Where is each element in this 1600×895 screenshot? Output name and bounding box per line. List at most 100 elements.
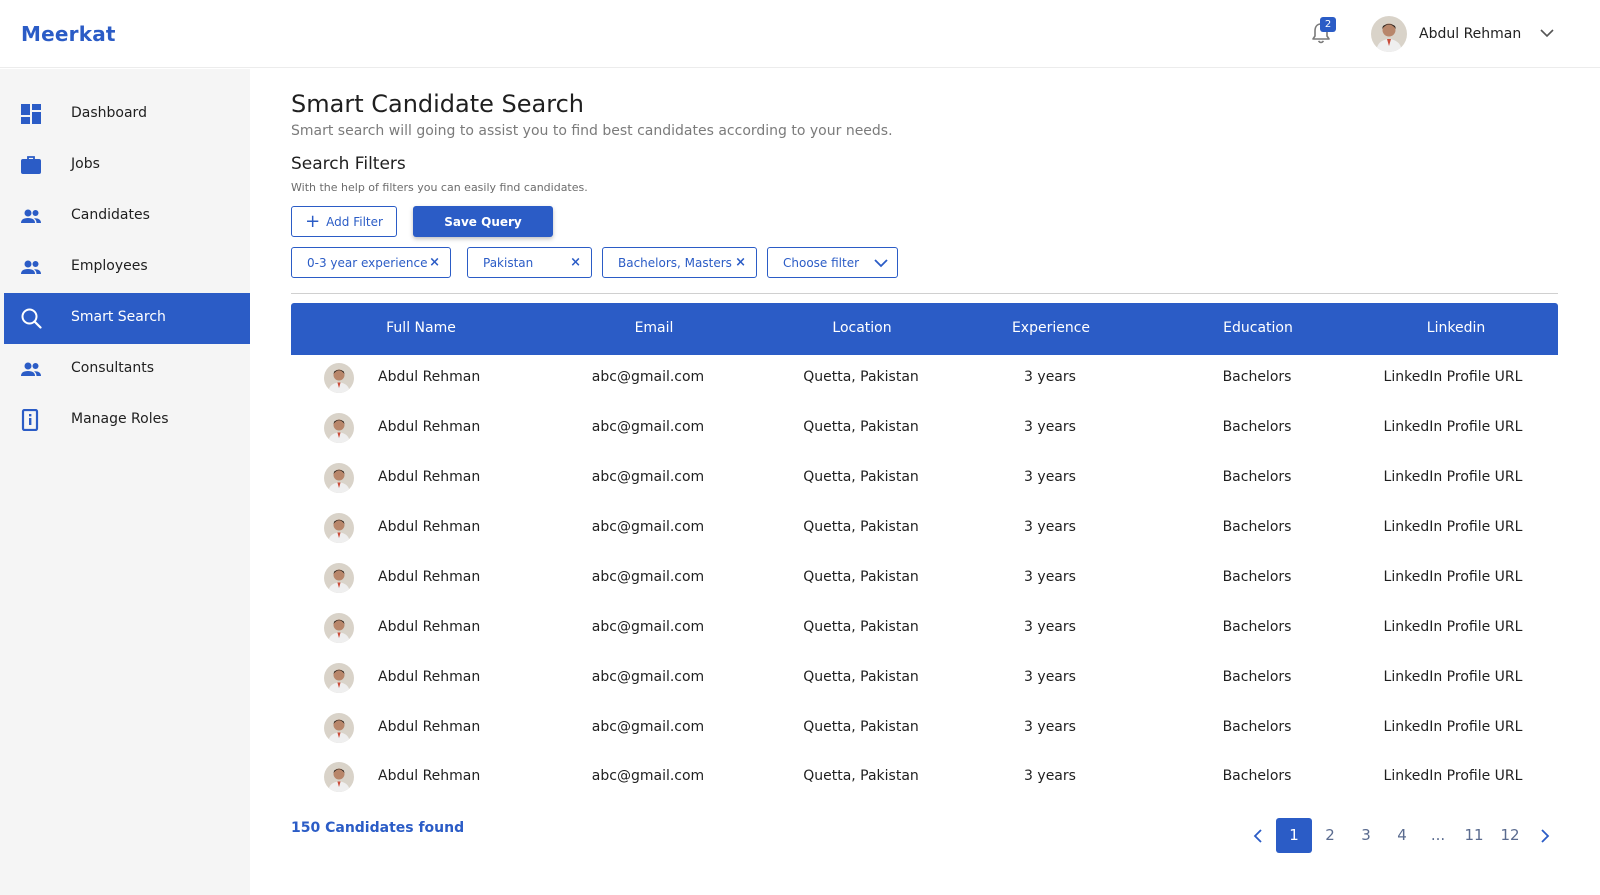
cell-linkedin[interactable]: LinkedIn Profile URL xyxy=(1384,419,1523,435)
close-icon[interactable]: × xyxy=(570,255,581,270)
filter-chip-education[interactable]: Bachelors, Masters × xyxy=(602,247,757,278)
cell-location: Quetta, Pakistan xyxy=(803,369,919,385)
sidebar-item-dashboard[interactable]: Dashboard xyxy=(4,89,250,140)
cell-linkedin[interactable]: LinkedIn Profile URL xyxy=(1384,519,1523,535)
close-icon[interactable]: × xyxy=(735,255,746,270)
cell-linkedin[interactable]: LinkedIn Profile URL xyxy=(1384,669,1523,685)
page-button-2[interactable]: 2 xyxy=(1312,818,1348,853)
cell-education: Bachelors xyxy=(1222,569,1292,585)
cell-linkedin[interactable]: LinkedIn Profile URL xyxy=(1384,469,1523,485)
page-button-4[interactable]: 4 xyxy=(1384,818,1420,853)
column-header-education[interactable]: Education xyxy=(1223,320,1293,336)
sidebar-item-label: Dashboard xyxy=(71,105,147,121)
cell-education: Bachelors xyxy=(1222,419,1292,435)
cell-full-name: Abdul Rehman xyxy=(378,369,481,385)
filter-chip-label: Bachelors, Masters xyxy=(618,256,732,270)
search-icon xyxy=(21,308,42,329)
sidebar-item-smart-search[interactable]: Smart Search xyxy=(4,293,250,344)
sidebar-item-label: Jobs xyxy=(71,156,100,172)
cell-email[interactable]: abc@gmail.com xyxy=(592,369,704,385)
brand-logo[interactable]: Meerkat xyxy=(21,22,116,46)
cell-location: Quetta, Pakistan xyxy=(803,519,919,535)
table-row[interactable]: Abdul Rehman abc@gmail.com Quetta, Pakista… xyxy=(291,603,1558,653)
cell-experience: 3 years xyxy=(1024,768,1076,784)
page-subtitle: Smart search will going to assist you to… xyxy=(291,123,893,139)
table-row[interactable]: Abdul Rehman abc@gmail.com Quetta, Pakista… xyxy=(291,653,1558,703)
choose-filter-dropdown[interactable]: Choose filter xyxy=(767,247,898,278)
page-button-1[interactable]: 1 xyxy=(1276,818,1312,853)
save-query-button[interactable]: Save Query xyxy=(413,206,553,237)
table-row[interactable]: Abdul Rehman abc@gmail.com Quetta, Pakista… xyxy=(291,703,1558,753)
chevron-down-icon[interactable] xyxy=(1539,27,1555,39)
notification-badge: 2 xyxy=(1320,17,1336,32)
cell-email[interactable]: abc@gmail.com xyxy=(592,569,704,585)
sidebar-item-manage-roles[interactable]: Manage Roles xyxy=(4,395,250,446)
cell-full-name: Abdul Rehman xyxy=(378,569,481,585)
sidebar-item-label: Candidates xyxy=(71,207,150,223)
candidates-found-count: 150 Candidates found xyxy=(291,820,465,836)
sidebar-item-label: Smart Search xyxy=(71,309,166,325)
cell-email[interactable]: abc@gmail.com xyxy=(592,768,704,784)
sidebar-item-jobs[interactable]: Jobs xyxy=(4,140,250,191)
plus-icon: + xyxy=(305,210,321,232)
sidebar-item-label: Employees xyxy=(71,258,148,274)
cell-experience: 3 years xyxy=(1024,669,1076,685)
sidebar-item-consultants[interactable]: Consultants xyxy=(4,344,250,395)
chevron-left-icon[interactable] xyxy=(1251,828,1265,844)
filter-chip-location[interactable]: Pakistan × xyxy=(467,247,592,278)
table-row[interactable]: Abdul Rehman abc@gmail.com Quetta, Pakista… xyxy=(291,553,1558,603)
candidate-avatar xyxy=(324,363,354,393)
cell-full-name: Abdul Rehman xyxy=(378,719,481,735)
cell-email[interactable]: abc@gmail.com xyxy=(592,619,704,635)
page-button-12[interactable]: 12 xyxy=(1492,818,1528,853)
candidate-avatar xyxy=(324,413,354,443)
cell-full-name: Abdul Rehman xyxy=(378,519,481,535)
cell-email[interactable]: abc@gmail.com xyxy=(592,719,704,735)
cell-education: Bachelors xyxy=(1222,369,1292,385)
sidebar-item-candidates[interactable]: Candidates xyxy=(4,191,250,242)
page-button-11[interactable]: 11 xyxy=(1456,818,1492,853)
column-header-email[interactable]: Email xyxy=(635,320,674,336)
candidate-avatar xyxy=(324,762,354,792)
column-header-location[interactable]: Location xyxy=(832,320,891,336)
cell-linkedin[interactable]: LinkedIn Profile URL xyxy=(1384,569,1523,585)
cell-experience: 3 years xyxy=(1024,619,1076,635)
table-row[interactable]: Abdul Rehman abc@gmail.com Quetta, Pakista… xyxy=(291,353,1558,403)
dashboard-icon xyxy=(21,104,41,124)
user-name[interactable]: Abdul Rehman xyxy=(1419,26,1521,42)
sidebar-item-employees[interactable]: Employees xyxy=(4,242,250,293)
table-row[interactable]: Abdul Rehman abc@gmail.com Quetta, Pakista… xyxy=(291,403,1558,453)
cell-linkedin[interactable]: LinkedIn Profile URL xyxy=(1384,619,1523,635)
filter-chip-label: Pakistan xyxy=(483,256,534,270)
close-icon[interactable]: × xyxy=(429,255,440,270)
cell-email[interactable]: abc@gmail.com xyxy=(592,669,704,685)
column-header-experience[interactable]: Experience xyxy=(1012,320,1090,336)
cell-linkedin[interactable]: LinkedIn Profile URL xyxy=(1384,768,1523,784)
column-header-linkedin[interactable]: Linkedin xyxy=(1427,320,1485,336)
filter-chip-experience[interactable]: 0-3 year experience × xyxy=(291,247,451,278)
choose-filter-label: Choose filter xyxy=(783,256,860,270)
user-avatar[interactable] xyxy=(1371,16,1407,52)
add-filter-button[interactable]: + Add Filter xyxy=(291,206,397,237)
candidate-avatar xyxy=(324,663,354,693)
cell-linkedin[interactable]: LinkedIn Profile URL xyxy=(1384,369,1523,385)
cell-experience: 3 years xyxy=(1024,569,1076,585)
cell-email[interactable]: abc@gmail.com xyxy=(592,469,704,485)
table-row[interactable]: Abdul Rehman abc@gmail.com Quetta, Pakista… xyxy=(291,752,1558,802)
cell-location: Quetta, Pakistan xyxy=(803,569,919,585)
sidebar: Dashboard Jobs Candidates Employees Smar… xyxy=(0,69,250,895)
table-row[interactable]: Abdul Rehman abc@gmail.com Quetta, Pakista… xyxy=(291,503,1558,553)
table-header: Full Name Email Location Experience Educ… xyxy=(291,303,1558,355)
cell-email[interactable]: abc@gmail.com xyxy=(592,419,704,435)
cell-full-name: Abdul Rehman xyxy=(378,419,481,435)
page-button-3[interactable]: 3 xyxy=(1348,818,1384,853)
cell-location: Quetta, Pakistan xyxy=(803,469,919,485)
chevron-right-icon[interactable] xyxy=(1538,828,1552,844)
cell-education: Bachelors xyxy=(1222,619,1292,635)
cell-email[interactable]: abc@gmail.com xyxy=(592,519,704,535)
candidate-avatar xyxy=(324,613,354,643)
cell-linkedin[interactable]: LinkedIn Profile URL xyxy=(1384,719,1523,735)
table-row[interactable]: Abdul Rehman abc@gmail.com Quetta, Pakista… xyxy=(291,453,1558,503)
sidebar-item-label: Manage Roles xyxy=(71,411,169,427)
column-header-full-name[interactable]: Full Name xyxy=(386,320,456,336)
